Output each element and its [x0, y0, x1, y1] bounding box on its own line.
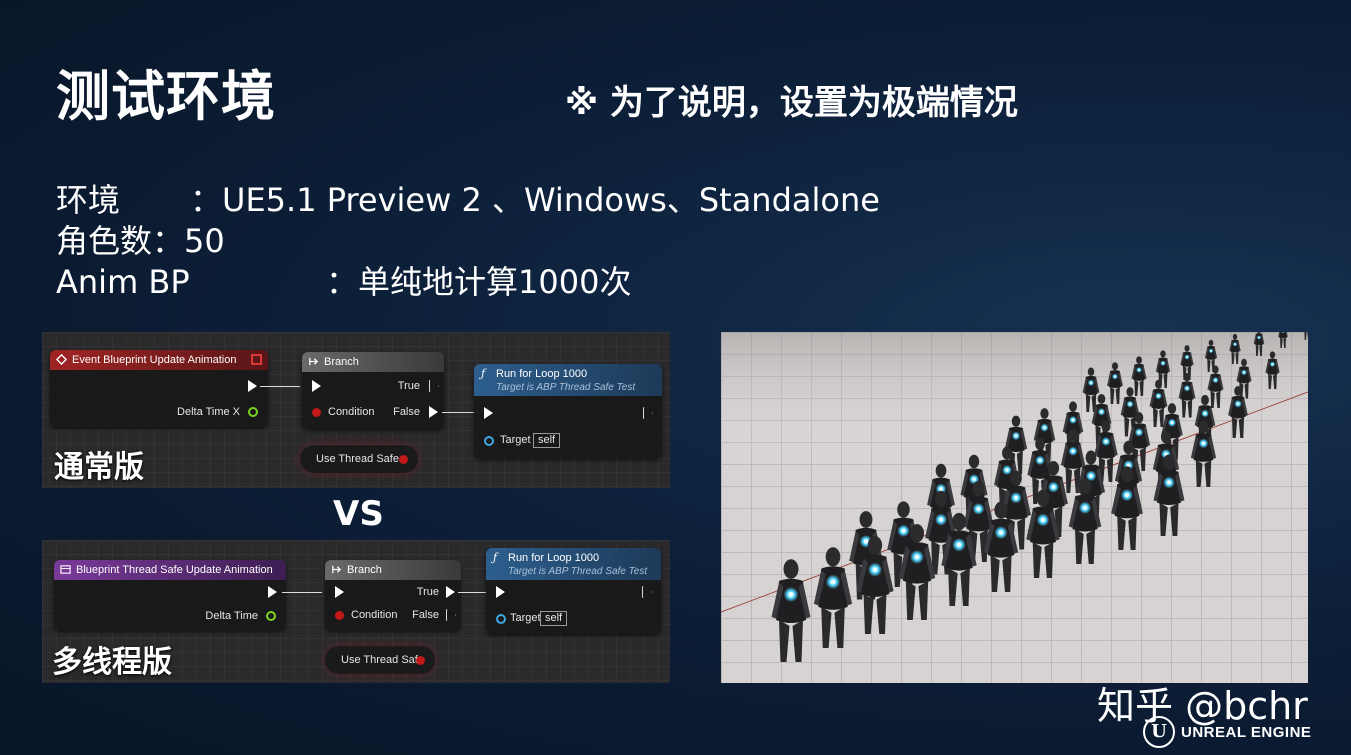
- pill-label: Use Thread Safe: [341, 654, 424, 666]
- float-pin[interactable]: [248, 407, 258, 417]
- false-label: False: [393, 406, 420, 418]
- condition-label: Condition: [328, 406, 375, 418]
- run-loop-subtitle: Target is ABP Thread Safe Test: [508, 566, 648, 577]
- branch-node-title: Branch: [324, 356, 359, 368]
- target-value[interactable]: self: [533, 433, 561, 448]
- vs-label: VS: [333, 494, 384, 534]
- true-label: True: [397, 380, 420, 392]
- scene-viewport: [721, 332, 1308, 683]
- note-text: ※ 为了说明，设置为极端情况: [565, 83, 1018, 123]
- float-pin[interactable]: [266, 611, 276, 621]
- unreal-logo-text: UNREAL ENGINE: [1181, 724, 1312, 741]
- exec-wire: [282, 592, 322, 593]
- exec-in-pin[interactable]: [484, 407, 493, 419]
- exec-in-pin[interactable]: [496, 586, 505, 598]
- delta-time-label: Delta Time: [205, 610, 258, 622]
- caption-normal: 通常版: [54, 450, 144, 485]
- condition-label: Condition: [351, 609, 398, 621]
- info-key: 角色数: [56, 222, 153, 260]
- info-key: Anim BP: [56, 263, 190, 301]
- info-sep: ：: [326, 263, 359, 301]
- use-thread-safe-node[interactable]: Use Thread Safe: [300, 445, 418, 473]
- run-loop-node[interactable]: ƒ Run for Loop 1000 Target is ABP Thread…: [474, 364, 662, 458]
- mannequin-crowd-image: [721, 332, 1308, 683]
- event-node[interactable]: Event Blueprint Update Animation Delta T…: [50, 350, 268, 427]
- false-exec-pin[interactable]: [446, 609, 455, 621]
- info-sep: ：: [152, 222, 185, 260]
- object-pin[interactable]: [484, 436, 494, 446]
- info-value: UE5.1 Preview 2 、Windows、Standalone: [222, 181, 880, 219]
- info-row-animbp: Anim BP ：单纯地计算1000次: [56, 257, 631, 303]
- run-loop-node-header: ƒ Run for Loop 1000 Target is ABP Thread…: [474, 364, 662, 396]
- branch-node-title: Branch: [347, 564, 382, 576]
- run-loop-subtitle: Target is ABP Thread Safe Test: [496, 382, 636, 393]
- object-pin[interactable]: [496, 614, 506, 624]
- exec-in-pin[interactable]: [312, 380, 321, 392]
- exec-out-pin[interactable]: [248, 380, 257, 392]
- run-loop-title: Run for Loop 1000: [508, 552, 600, 564]
- branch-node-header: Branch: [302, 352, 444, 372]
- blueprint-graph-threaded: Blueprint Thread Safe Update Animation D…: [42, 540, 670, 683]
- pill-label: Use Thread Safe: [316, 453, 399, 465]
- event-node-header: Event Blueprint Update Animation: [50, 350, 268, 370]
- bool-pin[interactable]: [312, 408, 321, 417]
- event-node[interactable]: Blueprint Thread Safe Update Animation D…: [54, 560, 286, 630]
- info-key: 环境: [56, 181, 121, 219]
- exec-out-pin[interactable]: [642, 586, 651, 598]
- exec-wire: [458, 592, 488, 593]
- function-box-icon: [60, 565, 71, 574]
- branch-node[interactable]: Branch True Condition False: [302, 352, 444, 429]
- caption-threaded: 多线程版: [52, 645, 172, 680]
- false-exec-pin[interactable]: [429, 406, 438, 418]
- delta-time-label: Delta Time X: [177, 406, 240, 418]
- target-label: Target: [500, 434, 531, 446]
- event-node-header: Blueprint Thread Safe Update Animation: [54, 560, 286, 580]
- bool-pin[interactable]: [416, 656, 425, 665]
- blueprint-graph-normal: Event Blueprint Update Animation Delta T…: [42, 332, 670, 488]
- event-node-title: Event Blueprint Update Animation: [72, 354, 237, 366]
- info-sep: ：: [190, 181, 223, 219]
- event-diamond-icon: [56, 354, 67, 365]
- false-label: False: [412, 609, 439, 621]
- run-loop-node-header: ƒ Run for Loop 1000 Target is ABP Thread…: [486, 548, 661, 580]
- exec-out-pin[interactable]: [643, 407, 652, 419]
- use-thread-safe-node[interactable]: Use Thread Safe: [325, 646, 435, 674]
- true-exec-pin[interactable]: [446, 586, 455, 598]
- run-loop-title: Run for Loop 1000: [496, 368, 588, 380]
- info-row-env: 环境 ：UE5.1 Preview 2 、Windows、Standalone: [56, 175, 880, 221]
- branch-node[interactable]: Branch True Condition False: [325, 560, 461, 630]
- bool-pin[interactable]: [335, 611, 344, 620]
- delegate-square-icon: [251, 354, 262, 365]
- exec-in-pin[interactable]: [335, 586, 344, 598]
- exec-out-pin[interactable]: [268, 586, 277, 598]
- unreal-logo-icon: U: [1143, 716, 1175, 748]
- function-icon: ƒ: [481, 367, 486, 380]
- info-value: 50: [184, 222, 225, 260]
- true-label: True: [416, 586, 439, 598]
- bool-pin[interactable]: [399, 455, 408, 464]
- page-title: 测试环境: [56, 65, 276, 128]
- branch-icon: [309, 357, 319, 366]
- branch-icon: [332, 565, 342, 574]
- info-row-count: 角色数：50: [56, 216, 225, 262]
- event-node-title: Blueprint Thread Safe Update Animation: [76, 564, 273, 576]
- unreal-engine-logo: U UNREAL ENGINE: [1143, 716, 1325, 750]
- target-value[interactable]: self: [540, 611, 568, 626]
- function-icon: ƒ: [493, 551, 498, 564]
- target-label: Target: [510, 612, 541, 624]
- true-exec-pin[interactable]: [429, 380, 438, 392]
- run-loop-node[interactable]: ƒ Run for Loop 1000 Target is ABP Thread…: [486, 548, 661, 634]
- info-value: 单纯地计算1000次: [358, 263, 632, 301]
- exec-wire: [260, 386, 300, 387]
- branch-node-header: Branch: [325, 560, 461, 580]
